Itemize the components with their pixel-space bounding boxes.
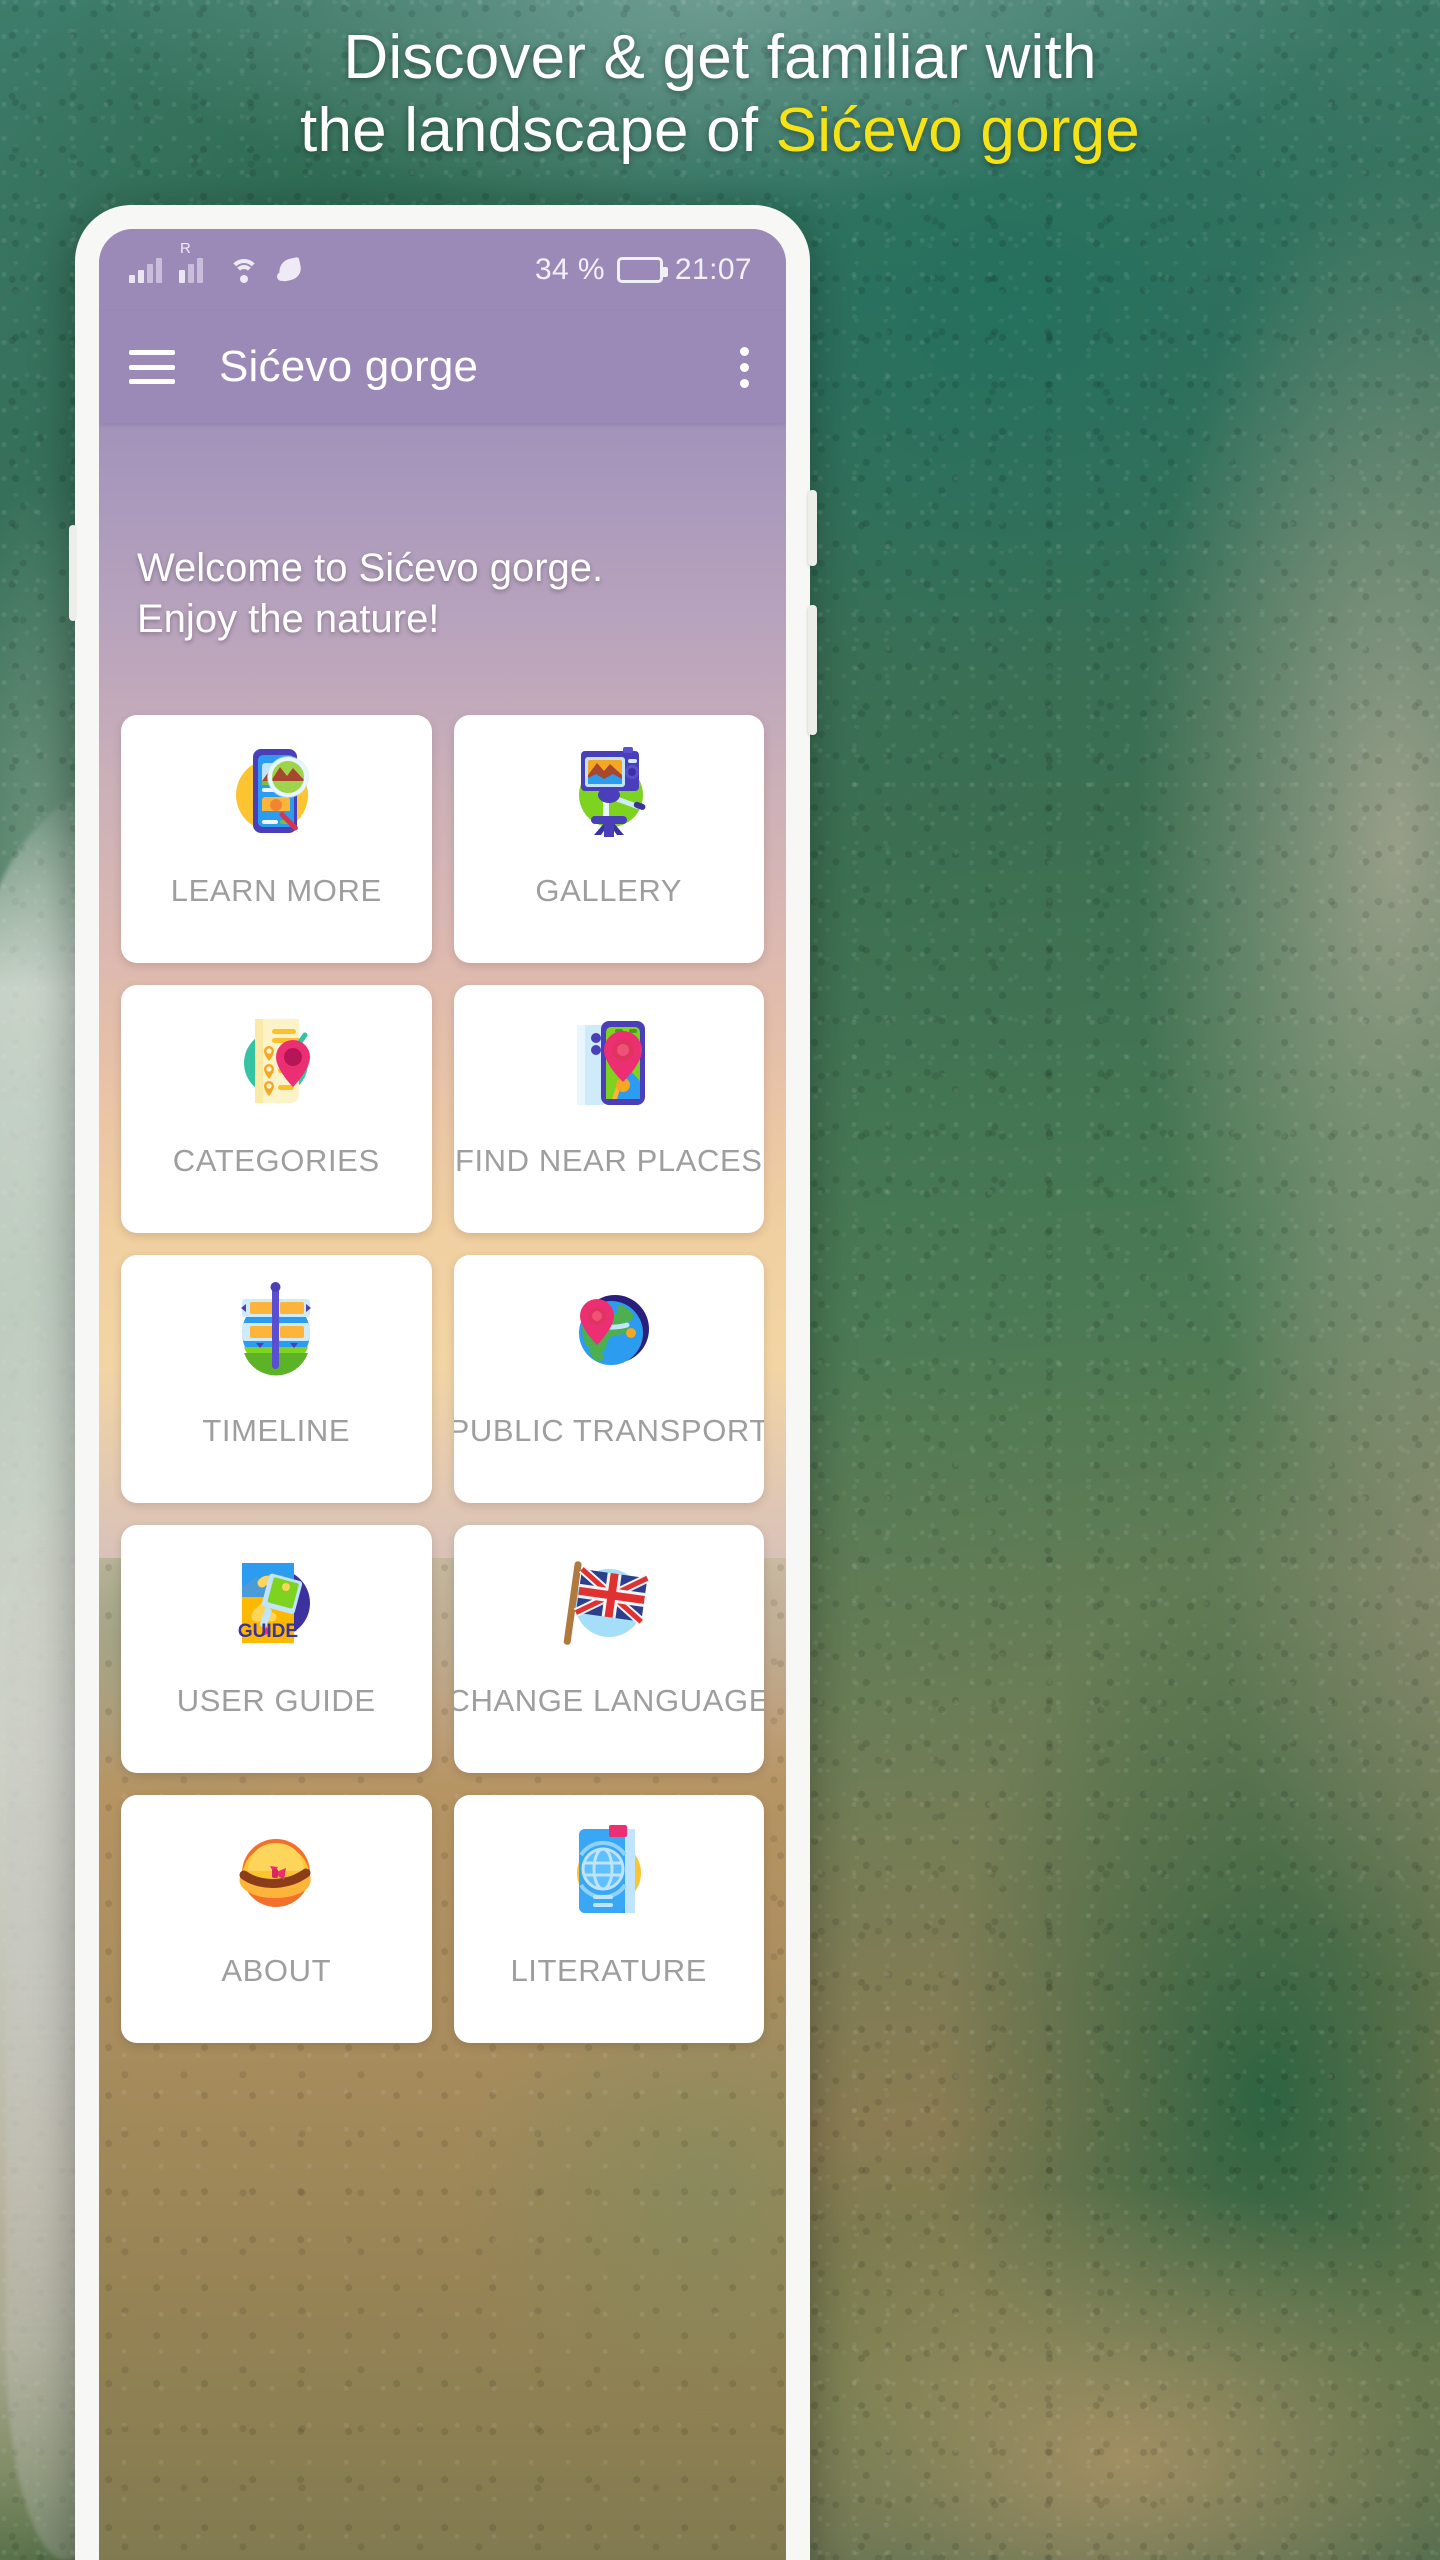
menu-tile-categories[interactable]: CATEGORIES: [121, 985, 432, 1234]
menu-tile-user-guide[interactable]: GUIDE USER GUIDE: [121, 1525, 432, 1774]
menu-tile-label: TIMELINE: [202, 1413, 351, 1449]
menu-tile-label: PUBLIC TRANSPORT: [453, 1413, 765, 1449]
promo-headline: Discover & get familiar with the landsca…: [0, 22, 1440, 167]
clock-label: 21:07: [674, 253, 752, 286]
hamburger-menu-icon[interactable]: [129, 350, 175, 384]
app-bar: Sićevo gorge: [99, 311, 786, 423]
app-bar-title: Sićevo gorge: [219, 342, 479, 391]
globe-pin-icon: [555, 1277, 663, 1385]
menu-tile-label: ABOUT: [221, 1953, 332, 1989]
menu-tile-label: CATEGORIES: [172, 1143, 380, 1179]
hat-icon: [222, 1817, 330, 1925]
checklist-pin-icon: [222, 1007, 330, 1115]
menu-tile-find-near-places[interactable]: FIND NEAR PLACES: [453, 985, 764, 1234]
phone-volume-button[interactable]: [69, 525, 77, 621]
welcome-line1: Welcome to Sićevo gorge.: [137, 546, 604, 590]
menu-tile-learn-more[interactable]: LEARN MORE: [121, 715, 432, 964]
menu-tile-grid: LEARN MORE GALLERY CATEGORIES FIND NEAR …: [99, 715, 786, 2044]
status-bar-left-icons: R: [129, 241, 304, 283]
menu-tile-label: USER GUIDE: [176, 1683, 376, 1719]
signal-bars-icon: [129, 257, 162, 283]
welcome-line2: Enjoy the nature!: [137, 597, 440, 642]
promo-headline-line2-plain: the landscape of: [300, 95, 776, 165]
battery-percent-label: 34 %: [534, 253, 605, 286]
promo-headline-line2: the landscape of Sićevo gorge: [40, 95, 1400, 168]
roaming-signal-icon: R: [179, 241, 212, 283]
promo-headline-highlight: Sićevo gorge: [775, 95, 1140, 165]
guide-book-icon: GUIDE: [222, 1547, 330, 1655]
phone-side-button[interactable]: [808, 605, 817, 735]
home-content: Welcome to Sićevo gorge. Enjoy the natur…: [99, 423, 786, 2560]
menu-tile-timeline[interactable]: TIMELINE: [121, 1255, 432, 1504]
menu-tile-about[interactable]: ABOUT: [121, 1795, 432, 2044]
screenshot-stage: Discover & get familiar with the landsca…: [0, 0, 1440, 2560]
menu-tile-label: CHANGE LANGUAGE: [453, 1683, 765, 1719]
phone-screen: R 34 % 21:07 Sićevo gorge Welcome to Sić…: [99, 229, 786, 2560]
promo-headline-line1: Discover & get familiar with: [343, 23, 1097, 92]
phone-magnifier-icon: [222, 737, 330, 845]
svg-text:GUIDE: GUIDE: [238, 1621, 298, 1642]
menu-tile-label: FIND NEAR PLACES: [454, 1143, 763, 1179]
book-globe-icon: [555, 1817, 663, 1925]
menu-tile-label: GALLERY: [535, 873, 683, 909]
menu-tile-label: LITERATURE: [510, 1953, 708, 1989]
welcome-message: Welcome to Sićevo gorge. Enjoy the natur…: [99, 423, 786, 645]
menu-tile-change-language[interactable]: CHANGE LANGUAGE: [453, 1525, 765, 1774]
phone-power-button[interactable]: [808, 490, 817, 566]
leaf-icon: [276, 257, 304, 283]
uk-flag-icon: [555, 1547, 663, 1655]
wifi-icon: [229, 257, 259, 283]
timeline-icon: [222, 1277, 330, 1385]
map-phone-pin-icon: [555, 1007, 663, 1115]
menu-tile-literature[interactable]: LITERATURE: [453, 1795, 764, 2044]
menu-tile-public-transport[interactable]: PUBLIC TRANSPORT: [453, 1255, 765, 1504]
menu-tile-label: LEARN MORE: [170, 873, 382, 909]
status-bar-right-icons: 34 % 21:07: [535, 253, 752, 287]
camera-tripod-icon: [555, 737, 663, 845]
battery-icon: [616, 257, 668, 283]
status-bar: R 34 % 21:07: [99, 229, 786, 311]
menu-tile-gallery[interactable]: GALLERY: [453, 715, 764, 964]
roaming-letter: R: [180, 240, 191, 257]
phone-mockup: R 34 % 21:07 Sićevo gorge Welcome to Sić…: [69, 205, 817, 2560]
more-vert-icon[interactable]: [740, 346, 752, 388]
